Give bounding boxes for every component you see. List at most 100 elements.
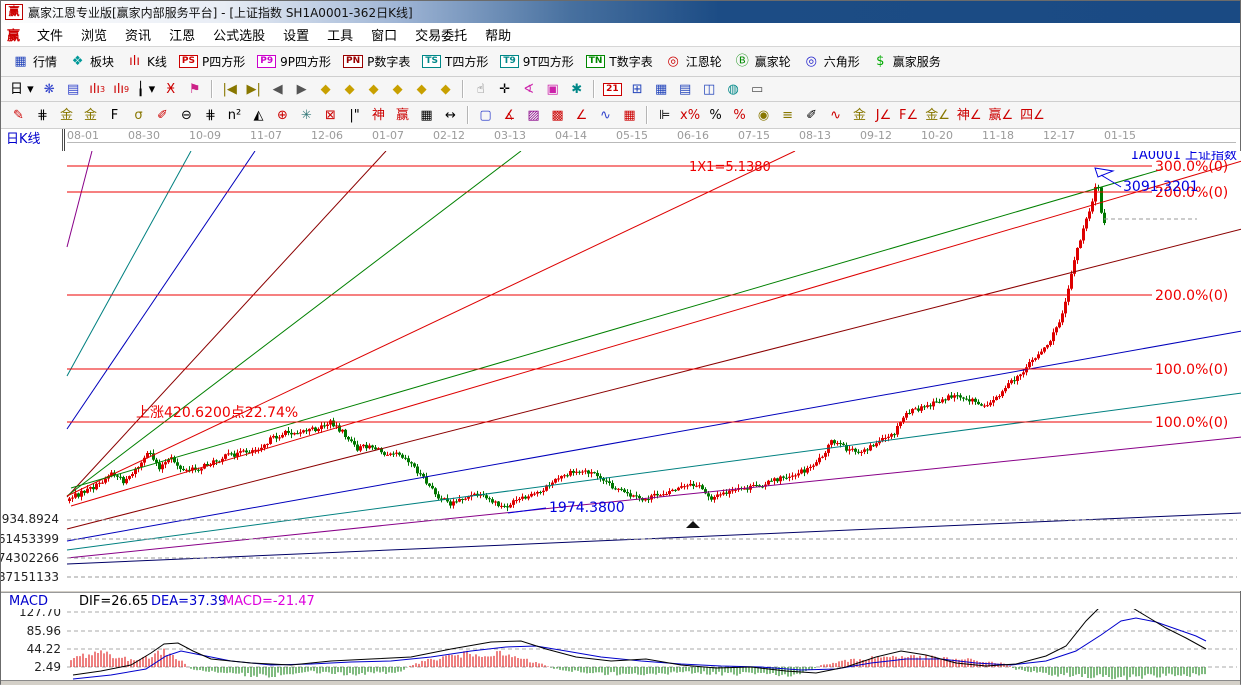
p-digit-table-button[interactable]: PNP数字表: [338, 51, 415, 72]
percent-ruler-tool[interactable]: ⊫: [653, 105, 676, 126]
comb2-tool[interactable]: ⋕: [199, 105, 222, 126]
ink-tool[interactable]: ✐: [800, 105, 823, 126]
menu-item-9[interactable]: 帮助: [476, 23, 520, 46]
title-bar[interactable]: 赢 赢家江恩专业版[赢家内部服务平台] - [上证指数 SH1A0001-362…: [1, 1, 1240, 23]
menu-item-5[interactable]: 设置: [274, 23, 318, 46]
gold-lines-tool[interactable]: ≡: [776, 105, 799, 126]
fan-lines-tool[interactable]: ∡: [498, 105, 521, 126]
ribbon-flag-icon[interactable]: ⚑: [183, 79, 206, 100]
menu-item-3[interactable]: 江恩: [160, 23, 204, 46]
ying-ruler-tool[interactable]: 赢: [391, 105, 414, 126]
menu-item-0[interactable]: 文件: [28, 23, 72, 46]
h-span-tool[interactable]: ↔: [439, 105, 462, 126]
gann-arrow-h-button[interactable]: ◆: [362, 79, 385, 100]
bars9-icon[interactable]: ılı9: [110, 79, 133, 100]
menu-item-8[interactable]: 交易委托: [406, 23, 476, 46]
trend-red[interactable]: [71, 161, 1241, 506]
angle-line-tool[interactable]: ∠: [570, 105, 593, 126]
gold-sieve2-tool[interactable]: 金: [79, 105, 102, 126]
trend-green[interactable]: [71, 169, 1163, 488]
formula-icon[interactable]: Ӿ: [159, 79, 182, 100]
menu-item-6[interactable]: 工具: [318, 23, 362, 46]
menu-item-2[interactable]: 资讯: [116, 23, 160, 46]
calculator-button[interactable]: ⊞: [626, 79, 649, 100]
prev-bar-button[interactable]: ◀: [266, 79, 289, 100]
gann-2x1-maroon[interactable]: [67, 151, 386, 497]
bars3-icon[interactable]: ılı3: [86, 79, 109, 100]
quotes-button[interactable]: ▦行情: [7, 51, 62, 72]
protractor-button[interactable]: ∢: [517, 79, 540, 100]
spiral-tool[interactable]: σ: [127, 105, 150, 126]
rect-tool[interactable]: ▢: [474, 105, 497, 126]
first-bar-button[interactable]: |◀: [218, 79, 241, 100]
spider-grid-tool[interactable]: ✳: [295, 105, 318, 126]
gann-arrow-converge-button[interactable]: ◆: [386, 79, 409, 100]
save-button[interactable]: ◫: [698, 79, 721, 100]
brush-tool[interactable]: ✎: [7, 105, 30, 126]
ying-angle-tool[interactable]: 赢∠: [986, 105, 1017, 126]
calendar-button[interactable]: 21: [600, 81, 625, 98]
percent-tool[interactable]: %: [704, 105, 727, 126]
notes-icon[interactable]: ▤: [62, 79, 85, 100]
gann-arrow-right-button[interactable]: ◆: [338, 79, 361, 100]
next-bar-button[interactable]: ▶: [290, 79, 313, 100]
crosshair-button[interactable]: ✛: [493, 79, 516, 100]
marker-tool[interactable]: ✐: [151, 105, 174, 126]
candle-style-dropdown[interactable]: ╽ ▾: [134, 79, 158, 100]
menu-item-4[interactable]: 公式选股: [204, 23, 274, 46]
f-angle-tool[interactable]: F∠: [896, 105, 921, 126]
target-cross-tool[interactable]: ⊕: [271, 105, 294, 126]
kline-button[interactable]: ılıK线: [121, 51, 172, 72]
shen-angle-tool[interactable]: 神∠: [954, 105, 985, 126]
shen-ruler-tool[interactable]: 神: [367, 105, 390, 126]
f-ruler-tool[interactable]: F: [103, 105, 126, 126]
period-day-dropdown[interactable]: 日 ▾: [7, 79, 37, 100]
sectors-button[interactable]: ❖板块: [64, 51, 119, 72]
percent-line-tool[interactable]: %: [728, 105, 751, 126]
angle-ruler-tool[interactable]: ◭: [247, 105, 270, 126]
gann-wheel-button[interactable]: ◎江恩轮: [660, 51, 727, 72]
grid-x-tool[interactable]: ⊠: [319, 105, 342, 126]
gann-8x1-purple[interactable]: [67, 151, 92, 247]
wave-tool[interactable]: ∿: [594, 105, 617, 126]
gold-sieve-tool[interactable]: 金: [55, 105, 78, 126]
comb-lines-tool[interactable]: ⋕: [31, 105, 54, 126]
gift-icon[interactable]: ▣: [541, 79, 564, 100]
notepad-button[interactable]: ▤: [674, 79, 697, 100]
gann-3x1-blue[interactable]: [67, 151, 255, 429]
9p-square-button[interactable]: P99P四方形: [252, 51, 336, 72]
p-square-button[interactable]: PSP四方形: [174, 51, 250, 72]
gann-1x1-red[interactable]: [67, 151, 795, 496]
print-button[interactable]: ▭: [746, 79, 769, 100]
box-fan-tool[interactable]: ▨: [522, 105, 545, 126]
main-chart-area[interactable]: 300.0%(0)200.0%(0)200.0%(0)100.0%(0)100.…: [1, 151, 1241, 591]
spreadsheet-button[interactable]: ▦: [650, 79, 673, 100]
circle-compass-tool[interactable]: ⊖: [175, 105, 198, 126]
gann-arrow-expand-button[interactable]: ◆: [410, 79, 433, 100]
hexagon-button[interactable]: ◎六角形: [798, 51, 865, 72]
ruler-123-tool[interactable]: ▦: [415, 105, 438, 126]
n-squared-tool[interactable]: n²: [223, 105, 246, 126]
last-bar-button[interactable]: ▶|: [242, 79, 265, 100]
menu-item-7[interactable]: 窗口: [362, 23, 406, 46]
box-fan2-tool[interactable]: ▩: [546, 105, 569, 126]
menu-item-1[interactable]: 浏览: [72, 23, 116, 46]
spider-web-icon[interactable]: ❋: [38, 79, 61, 100]
9t-square-button[interactable]: T99T四方形: [495, 51, 578, 72]
gann-4x1-teal[interactable]: [67, 151, 191, 376]
brain-map-icon[interactable]: ✱: [565, 79, 588, 100]
web-button[interactable]: ◍: [722, 79, 745, 100]
gold-circle-tool[interactable]: ◉: [752, 105, 775, 126]
gann-2x1-green[interactable]: [67, 151, 521, 496]
four-angle-tool[interactable]: 四∠: [1017, 105, 1048, 126]
winner-service-button[interactable]: $赢家服务: [867, 51, 946, 72]
hand-tool-button[interactable]: ☝: [469, 79, 492, 100]
k-marks-tool[interactable]: |": [343, 105, 366, 126]
x-percent-tool[interactable]: x%: [677, 105, 703, 126]
j-angle-tool[interactable]: J∠: [872, 105, 895, 126]
gann-arrow-left-button[interactable]: ◆: [314, 79, 337, 100]
winner-wheel-button[interactable]: Ⓑ赢家轮: [729, 51, 796, 72]
t-digit-table-button[interactable]: TNT数字表: [581, 51, 658, 72]
gold-angle-tool[interactable]: 金∠: [922, 105, 953, 126]
red-grid-tool[interactable]: ▦: [618, 105, 641, 126]
